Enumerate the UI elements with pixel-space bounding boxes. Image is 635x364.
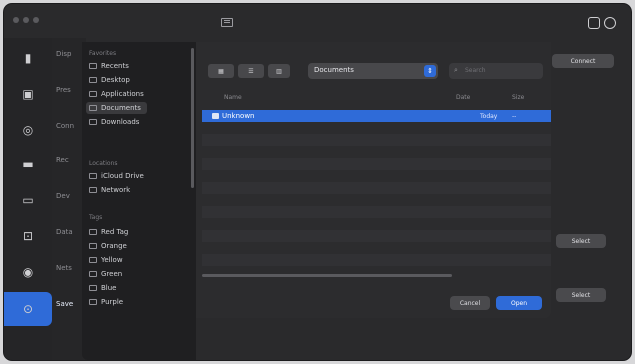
zoom-window-button[interactable] (33, 17, 39, 23)
toolbar-settings-button[interactable] (604, 17, 616, 29)
column-header-size[interactable]: Size (512, 94, 524, 101)
rail-label: Dev (56, 192, 70, 200)
empty-row (202, 230, 551, 242)
sidebar-item-applications[interactable]: Applications (89, 88, 144, 100)
devices-icon: ▭ (22, 193, 34, 207)
file-name: Unknown (222, 112, 255, 120)
sidebar-item-documents[interactable]: Documents (86, 102, 147, 114)
sidebar-item-recents[interactable]: Recents (89, 60, 129, 72)
minimize-window-button[interactable] (23, 17, 29, 23)
search-placeholder: Search (465, 67, 486, 74)
rail-item-devices[interactable]: ▭ (14, 186, 42, 214)
view-columns-button[interactable]: ▥ (268, 64, 290, 78)
apps-icon (89, 91, 97, 97)
sidebar-scrollbar[interactable] (191, 48, 194, 188)
sidebar-tag[interactable]: Yellow (89, 254, 123, 266)
rail-label: Disp (56, 50, 72, 58)
toolbar-share-button[interactable] (588, 17, 600, 29)
empty-row (202, 182, 551, 194)
search-field[interactable]: ⌕ Search (449, 63, 543, 79)
tag-icon (89, 229, 97, 235)
file-icon (212, 113, 219, 119)
rail-label: Pres (56, 86, 71, 94)
sidebar-tag[interactable]: Red Tag (89, 226, 128, 238)
location-select[interactable]: Documents ⇕ (308, 63, 438, 79)
sidebar-item-desktop[interactable]: Desktop (89, 74, 130, 86)
tag-icon (89, 243, 97, 249)
rail-label: Save (56, 300, 74, 308)
select-button[interactable]: Select (556, 234, 606, 248)
tag-icon (89, 257, 97, 263)
connection-icon: ◎ (22, 123, 34, 137)
recording-icon: ▬ (22, 157, 34, 171)
rail-labels: Disp Pres Conn Rec Dev Data Nets Save (52, 38, 86, 360)
app-window: ▮ ▣ ◎ ▬ ▭ ⊡ ◉ ⊙ Disp Pres Conn Rec Dev D… (4, 4, 631, 360)
rail-item-display[interactable]: ▮ (14, 44, 42, 72)
file-dialog-sidebar: Favorites Recents Desktop Applications D… (82, 42, 196, 360)
file-size: -- (512, 113, 517, 120)
rail-item-save[interactable]: ⊙ (4, 292, 52, 326)
file-row[interactable]: Unknown Today -- (202, 110, 551, 122)
window-icon (221, 18, 233, 27)
empty-row (202, 206, 551, 218)
select-save-button[interactable]: Select (556, 288, 606, 302)
rail-label: Data (56, 228, 73, 236)
column-header-date[interactable]: Date (456, 94, 470, 101)
tag-icon (89, 285, 97, 291)
sidebar-tag[interactable]: Orange (89, 240, 127, 252)
sidebar-tag[interactable]: Purple (89, 296, 123, 308)
sidebar-tag[interactable]: Blue (89, 282, 117, 294)
view-list-button[interactable]: ☰ (238, 64, 264, 78)
rail-item-presets[interactable]: ▣ (14, 80, 42, 108)
empty-row (202, 134, 551, 146)
empty-row (202, 254, 551, 266)
rail-label: Nets (56, 264, 72, 272)
list-icon: ☰ (248, 67, 254, 75)
download-icon (89, 119, 97, 125)
rail-label: Conn (56, 122, 75, 130)
display-icon: ▮ (24, 51, 32, 65)
data-icon: ⊡ (22, 229, 34, 243)
title-bar (4, 4, 631, 38)
rail-item-data[interactable]: ⊡ (14, 222, 42, 250)
icon-rail: ▮ ▣ ◎ ▬ ▭ ⊡ ◉ ⊙ (4, 38, 52, 360)
clock-icon (89, 63, 97, 69)
sidebar-item-downloads[interactable]: Downloads (89, 116, 139, 128)
file-dialog: ▦ ☰ ▥ Documents ⇕ ⌕ Search Name Date Siz… (196, 42, 551, 318)
empty-row (202, 158, 551, 170)
search-icon: ⌕ (454, 66, 458, 74)
connect-button[interactable]: Connect (552, 54, 614, 68)
file-list-scrollbar[interactable] (202, 274, 452, 277)
rail-item-recording[interactable]: ▬ (14, 150, 42, 178)
view-icons-button[interactable]: ▦ (208, 64, 234, 78)
rail-item-connection[interactable]: ◎ (14, 116, 42, 144)
file-list: Unknown Today -- (202, 104, 551, 284)
sidebar-item-network[interactable]: Network (89, 184, 130, 196)
locations-header: Locations (89, 160, 118, 167)
sidebar-tag[interactable]: Green (89, 268, 122, 280)
column-header-name[interactable]: Name (224, 94, 242, 101)
desktop-icon (89, 77, 97, 83)
grid-icon: ▦ (218, 67, 224, 75)
open-button[interactable]: Open (496, 296, 542, 310)
save-icon: ⊙ (22, 302, 34, 316)
columns-icon: ▥ (276, 67, 282, 75)
chevron-updown-icon: ⇕ (424, 65, 436, 77)
rail-label: Rec (56, 156, 69, 164)
cancel-button[interactable]: Cancel (450, 296, 490, 310)
sidebar-item-icloud[interactable]: iCloud Drive (89, 170, 144, 182)
tags-header: Tags (89, 214, 103, 221)
globe-icon (89, 187, 97, 193)
tag-icon (89, 299, 97, 305)
file-date: Today (480, 113, 498, 120)
favorites-header: Favorites (89, 50, 117, 57)
rail-item-network[interactable]: ◉ (14, 258, 42, 286)
network-icon: ◉ (22, 265, 34, 279)
location-value: Documents (314, 66, 354, 74)
cloud-icon (89, 173, 97, 179)
document-icon (89, 105, 97, 111)
tag-icon (89, 271, 97, 277)
close-window-button[interactable] (13, 17, 19, 23)
presets-icon: ▣ (22, 87, 34, 101)
